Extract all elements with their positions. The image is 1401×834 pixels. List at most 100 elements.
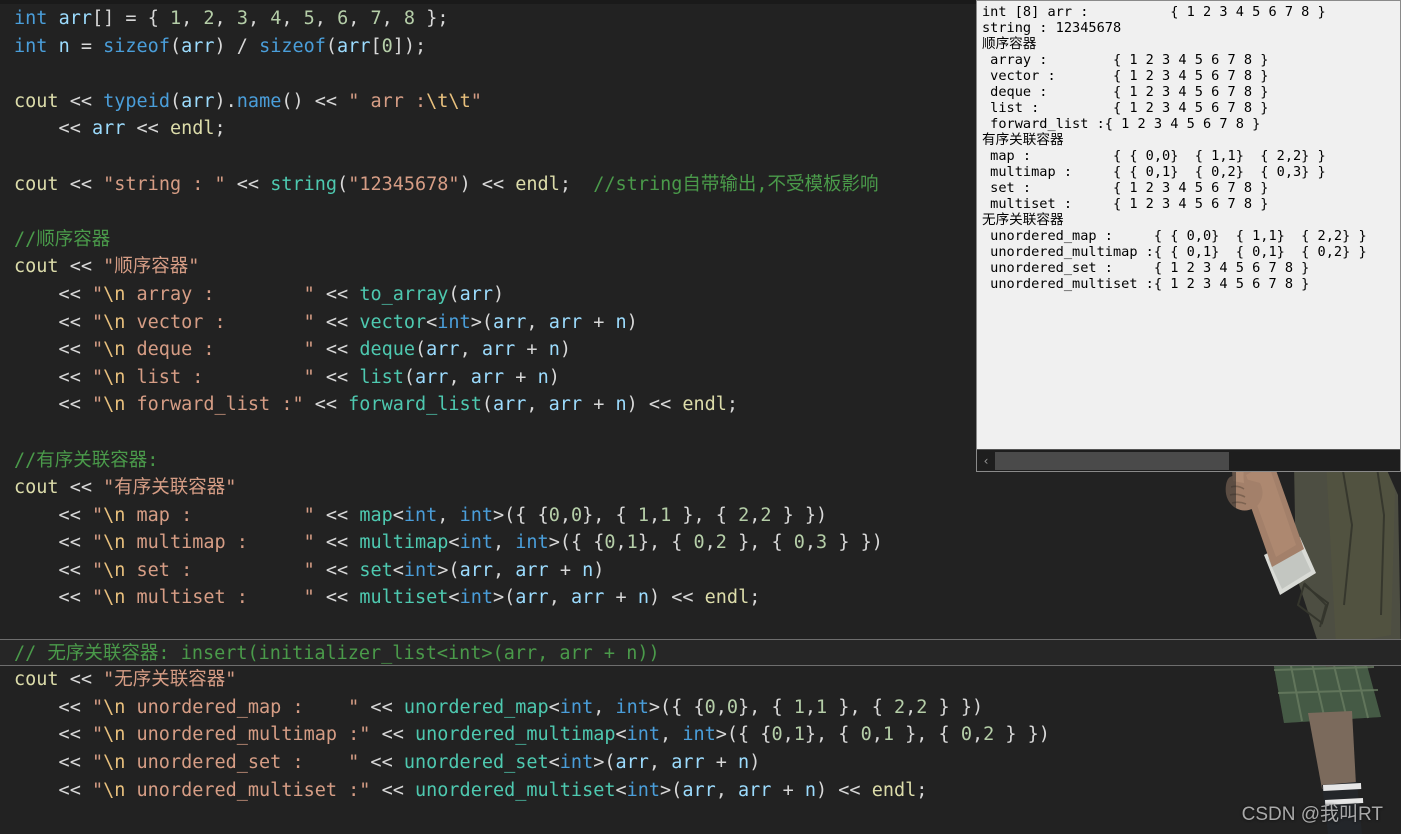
- code-token-str: unordered_map : ": [125, 696, 360, 718]
- code-token-punct: <: [548, 696, 560, 718]
- code-token-punct: ,: [247, 8, 271, 29]
- code-token-num: 0: [726, 696, 739, 718]
- code-line[interactable]: << "\n unordered_set : " << unordered_se…: [0, 749, 1401, 777]
- code-token-type: vector: [359, 311, 427, 333]
- code-token-op: <<: [314, 311, 360, 333]
- code-line[interactable]: cout << "有序关联容器": [0, 474, 1401, 502]
- code-token-op: <<: [314, 366, 360, 388]
- code-token-type: to_array: [359, 283, 449, 305]
- console-output-text: int [8] arr : { 1 2 3 4 5 6 7 8 } string…: [982, 4, 1367, 292]
- code-token-num: 1: [169, 8, 182, 29]
- code-token-num: 1: [882, 724, 894, 746]
- code-token-var: arr: [548, 394, 583, 416]
- scroll-left-arrow-icon[interactable]: ‹: [977, 451, 995, 471]
- code-line-current[interactable]: // 无序关联容器: insert(initializer_list<int>(…: [0, 638, 1401, 667]
- code-token-num: 2: [715, 532, 727, 554]
- code-token-num: 4: [270, 8, 282, 29]
- code-token-str: ": [91, 587, 104, 609]
- code-token-str: ": [91, 394, 104, 416]
- code-token-punct: ,: [492, 532, 516, 554]
- code-token-punct: (: [415, 339, 427, 361]
- console-horizontal-scrollbar[interactable]: ‹: [977, 449, 1400, 471]
- code-token-punct: (: [325, 35, 338, 57]
- code-token-punct: ,: [593, 696, 616, 718]
- code-token-kw: int: [459, 587, 493, 609]
- code-token-op: <<: [14, 724, 92, 746]
- code-line[interactable]: << "\n unordered_multimap :" << unordere…: [0, 721, 1401, 749]
- code-token-fn: sizeof: [259, 35, 326, 57]
- code-token-punct: <: [615, 779, 627, 801]
- code-token-punct: ,: [493, 559, 516, 581]
- code-token-punct: ,: [348, 8, 371, 29]
- code-token-type: string: [270, 173, 338, 195]
- code-token-str: " arr :: [348, 90, 427, 112]
- code-token-op: <<: [14, 696, 92, 718]
- code-token-punct: ;: [726, 394, 739, 416]
- code-token-var: arr: [91, 118, 126, 140]
- code-line[interactable]: << "\n unordered_multiset :" << unordere…: [0, 777, 1401, 805]
- code-token-str: ": [470, 90, 482, 112]
- code-token-str: "12345678": [348, 173, 460, 195]
- code-token-punct: } }): [827, 532, 883, 554]
- code-token-num: 3: [236, 8, 248, 29]
- code-token-cmt: //string自带输出,不受模板影响: [593, 173, 879, 195]
- code-token-punct: >(: [593, 752, 616, 774]
- code-token-num: 2: [916, 696, 928, 718]
- code-line[interactable]: << "\n set : " << set<int>(arr, arr + n): [0, 557, 1401, 585]
- code-token-punct: (: [169, 90, 182, 112]
- code-token-id: endl: [515, 173, 560, 195]
- code-token-var: arr: [459, 559, 493, 581]
- code-token-str: ": [91, 283, 104, 305]
- code-token-var: n: [615, 394, 627, 416]
- code-token-str: ": [91, 696, 104, 718]
- code-token-fn: sizeof: [103, 35, 170, 57]
- code-token-punct: ): [593, 559, 605, 581]
- code-token-var: n: [804, 779, 817, 801]
- code-line[interactable]: << "\n unordered_map : " << unordered_ma…: [0, 694, 1401, 722]
- code-token-punct: ,: [281, 8, 304, 29]
- code-token-punct: ,: [715, 779, 739, 801]
- code-token-punct: ,: [704, 532, 716, 554]
- code-line[interactable]: << "\n multimap : " << multimap<int, int…: [0, 529, 1401, 557]
- code-token-kw: int: [615, 696, 649, 718]
- code-token-punct: ) /: [214, 35, 260, 57]
- code-token-str: ": [91, 311, 104, 333]
- code-token-op: <<: [370, 724, 415, 746]
- code-token-esc: \n: [103, 724, 126, 746]
- code-token-punct: >(: [660, 779, 683, 801]
- code-token-num: 8: [403, 8, 416, 29]
- code-token-id: endl: [871, 779, 917, 801]
- code-token-cmt: // 无序关联容器: insert(initializer_list<int>(…: [14, 642, 660, 664]
- code-token-op: <<: [14, 587, 92, 609]
- code-token-punct: ,: [437, 504, 460, 526]
- code-line[interactable]: << "\n map : " << map<int, int>({ {0,0},…: [0, 502, 1401, 530]
- code-token-op: [47, 8, 58, 29]
- console-output-window[interactable]: int [8] arr : { 1 2 3 4 5 6 7 8 } string…: [976, 0, 1401, 472]
- code-token-str: unordered_multimap :": [125, 724, 371, 746]
- code-token-punct: ,: [660, 724, 683, 746]
- code-token-num: 1: [793, 724, 805, 746]
- code-token-esc: \n: [103, 559, 126, 581]
- scrollbar-thumb[interactable]: [995, 451, 1229, 470]
- code-line[interactable]: cout << "无序关联容器": [0, 666, 1401, 694]
- code-token-str: "顺序容器": [103, 256, 200, 278]
- code-token-kw: int: [14, 35, 48, 57]
- code-token-str: multiset : ": [125, 587, 315, 609]
- code-token-punct: ): [626, 311, 638, 333]
- code-token-op: <<: [14, 311, 92, 333]
- code-token-num: 0: [604, 532, 616, 554]
- code-token-op: <<: [14, 559, 92, 581]
- code-token-punct: <: [548, 752, 560, 774]
- code-line[interactable]: << "\n multiset : " << multiset<int>(arr…: [0, 584, 1401, 612]
- code-token-type: multimap: [359, 532, 449, 554]
- code-token-str: list : ": [125, 366, 315, 388]
- code-token-punct: ,: [181, 8, 204, 29]
- code-line[interactable]: [0, 612, 1401, 640]
- code-token-type: unordered_multimap: [415, 724, 616, 746]
- code-token-punct: ,: [648, 752, 672, 774]
- code-token-punct: ]);: [392, 35, 427, 57]
- code-token-str: ": [91, 779, 104, 801]
- code-token-str: ": [91, 504, 104, 526]
- code-token-num: 0: [693, 532, 705, 554]
- code-token-num: 0: [771, 724, 783, 746]
